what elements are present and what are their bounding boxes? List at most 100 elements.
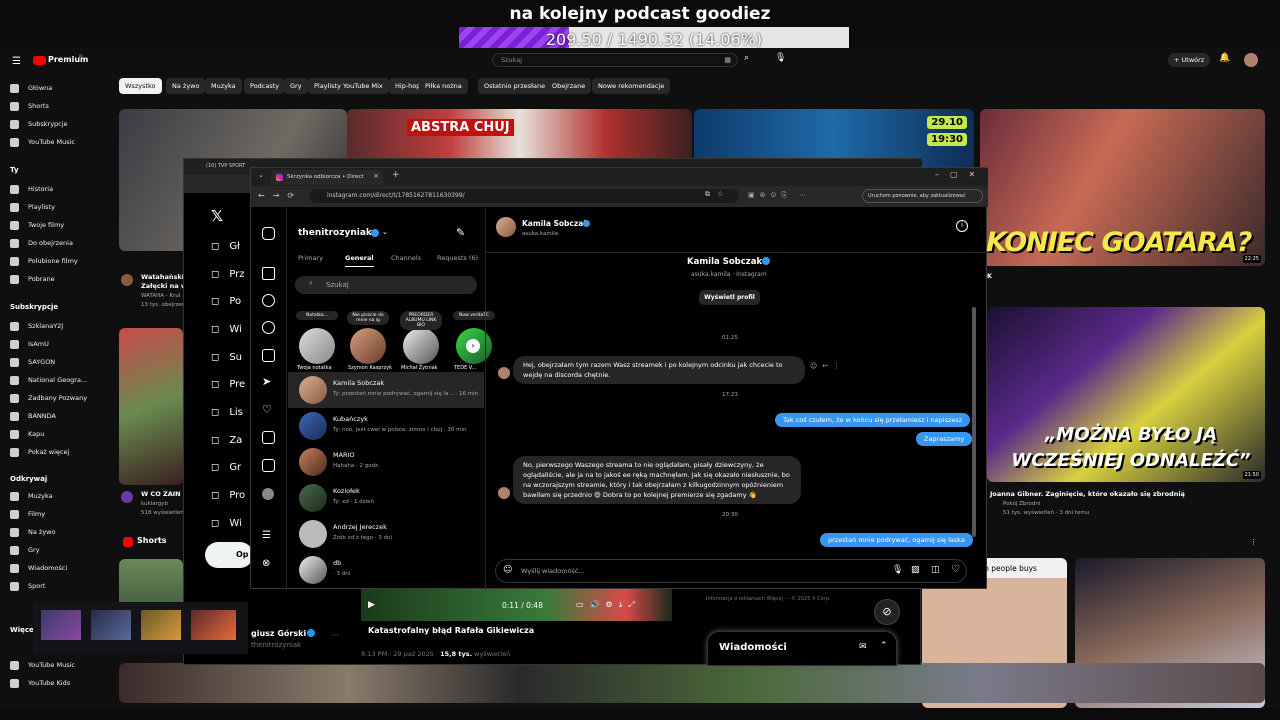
shorts-row-thumbnails[interactable] — [119, 663, 1265, 703]
sticker-icon[interactable]: ◫ — [931, 565, 940, 575]
profile-avatar-icon[interactable] — [262, 488, 274, 500]
bookmark-icons[interactable]: ⧉☆ — [705, 190, 730, 199]
sidebar-item-sidebar_subs-7[interactable]: Pokaż więcej — [10, 445, 69, 459]
inbox-tab-0[interactable]: Primary — [298, 254, 323, 266]
message-incoming[interactable]: Hej, obejrzałam tym razem Wasz streamek … — [513, 356, 805, 384]
keyboard-icon[interactable]: ▦ — [724, 56, 731, 64]
sidebar-section-heading[interactable]: Subskrypcje — [10, 303, 58, 311]
reels-icon[interactable] — [262, 349, 275, 362]
x-nav-item-4[interactable]: ◻ Su — [211, 352, 242, 363]
message-outgoing[interactable]: Tak coś czułem, że w końcu się przełamie… — [775, 413, 971, 427]
chat-name[interactable]: Kamila Sobczak — [522, 219, 588, 228]
instagram-icon[interactable] — [262, 227, 275, 240]
chevron-down-icon[interactable]: ⌄ — [382, 228, 388, 236]
chip-10[interactable]: Nowe rekomendacje — [592, 78, 671, 94]
compose-message-icon[interactable]: ✉ — [859, 642, 867, 652]
threads-icon[interactable]: ⊗ — [262, 558, 270, 569]
thread-row[interactable]: Kubańczyk Ty: noo, jest cwel w polsce. zi… — [288, 408, 484, 444]
messages-drawer[interactable]: Wiadomości ✉ ⌃ — [707, 631, 897, 666]
inbox-tab-2[interactable]: Channels — [391, 254, 421, 266]
inbox-tab-1[interactable]: General — [345, 254, 374, 267]
video-channel[interactable]: Pokój Zbrodni — [1003, 501, 1040, 507]
microphone-icon[interactable]: 🎙 — [775, 53, 786, 63]
note-avatar[interactable] — [350, 328, 386, 364]
sidebar-section-heading[interactable]: Odkrywaj — [10, 475, 47, 483]
message-outgoing[interactable]: przestań mnie podrywać, ogarnij się lask… — [820, 533, 973, 547]
heart-icon[interactable]: ♡ — [951, 564, 960, 575]
x-tab-title[interactable]: (10) TVP SPORT — [206, 163, 245, 169]
more-options-icon[interactable]: ⋮ — [1250, 538, 1257, 546]
tweet-author[interactable]: giusz Górski — [251, 629, 306, 638]
x-nav-item-2[interactable]: ◻ Po — [211, 296, 241, 307]
sidebar-item-sidebar_subs-1[interactable]: IsAmU — [10, 337, 49, 351]
tab-search-icon[interactable]: ⌄ — [258, 171, 264, 179]
tweet-handle[interactable]: thenitrozyniak — [251, 641, 301, 649]
avatar[interactable] — [1244, 53, 1258, 67]
message-incoming[interactable]: No, pierwszego Waszego streama to nie og… — [513, 456, 801, 504]
note-bubble[interactable]: Nie piszcie do mnie na ig — [347, 311, 389, 325]
chip-1[interactable]: Na żywo — [166, 78, 206, 94]
sidebar-item-sidebar_explore-1[interactable]: Filmy — [10, 507, 45, 521]
post-button[interactable]: Op — [205, 542, 253, 568]
sidebar-item-sidebar_you-5[interactable]: Pobrane — [10, 272, 55, 286]
video-controls-icons[interactable]: ▭🔊⚙⤓⤢ — [576, 600, 641, 610]
x-nav-item-3[interactable]: ◻ Wi — [211, 324, 242, 335]
x-nav-item-0[interactable]: ◻ Gł — [211, 241, 240, 252]
thread-row[interactable]: db · 3 dni — [288, 552, 484, 588]
menu-icon[interactable]: ☰ — [12, 56, 21, 67]
microphone-icon[interactable]: 🎙 — [892, 565, 903, 575]
inbox-tab-3[interactable]: Requests (6) — [437, 254, 478, 266]
extension-icons[interactable]: ▣⊛⊙⎘ ⋯ — [748, 191, 811, 200]
compose-icon[interactable]: ✎ — [456, 226, 465, 239]
emoji-icon[interactable]: ☺ — [503, 565, 512, 575]
window-controls[interactable]: –▢✕ — [935, 170, 986, 179]
chip-7[interactable]: Piłka nożna — [419, 78, 468, 94]
more-icon[interactable]: ··· — [331, 631, 339, 640]
chip-9[interactable]: Obejrzane — [546, 78, 592, 94]
url-input[interactable]: instagram.com/direct/t/17851627811630399… — [309, 189, 739, 203]
chip-4[interactable]: Gry — [284, 78, 308, 94]
tab-instagram[interactable]: Skrzynka odbiorcza • Direct × — [271, 170, 383, 185]
x-nav-item-10[interactable]: ◻ Wi — [211, 518, 242, 529]
video-title[interactable]: Joanna Gibner. Zaginięcie, które okazało… — [990, 490, 1250, 498]
play-icon[interactable]: ▶ — [368, 600, 375, 610]
youtube-search-input[interactable]: Szukaj ▦ — [492, 53, 738, 67]
chip-0[interactable]: Wszystko — [119, 78, 162, 94]
dashboard-icon[interactable] — [262, 459, 275, 472]
home-icon[interactable] — [262, 267, 275, 280]
note-bubble[interactable]: Notatka... — [296, 311, 338, 320]
sidebar-item-sidebar_you-3[interactable]: Do obejrzenia — [10, 236, 73, 250]
notes-next-icon[interactable]: › — [466, 339, 480, 353]
sidebar-item-sidebar_you-1[interactable]: Playlisty — [10, 200, 55, 214]
note-bubble[interactable]: PREORDER ALBUMU LINK BIO — [400, 311, 442, 330]
tweet-link-title[interactable]: Katastrofalny błąd Rafała Gikiewicza — [368, 626, 534, 635]
account-name[interactable]: thenitrozyniak — [298, 228, 372, 238]
sidebar-section-heading[interactable]: Ty — [10, 166, 19, 174]
chip-5[interactable]: Playlisty YouTube Mix — [308, 78, 389, 94]
sidebar-item-sidebar_subs-4[interactable]: Zadbany Pozwany — [10, 391, 87, 405]
tweet-video[interactable]: ▶ 0:11 / 0:48 ▭🔊⚙⤓⤢ — [361, 589, 672, 621]
sidebar-item-sidebar_explore-2[interactable]: Na żywo — [10, 525, 55, 539]
x-nav-item-8[interactable]: ◻ Gr — [211, 462, 241, 473]
sidebar-item-sidebar_subs-6[interactable]: Kapu — [10, 427, 44, 441]
message-actions-icons[interactable]: ☺↩⋮ — [810, 362, 845, 370]
chat-avatar[interactable] — [496, 217, 516, 237]
x-footer[interactable]: Informacja o reklamach Więcej ··· © 2025… — [706, 596, 830, 602]
create-icon[interactable] — [262, 431, 275, 444]
youtube-logo-icon[interactable] — [33, 56, 46, 65]
video-channel[interactable]: WATAHA - Krul — [141, 293, 180, 299]
sidebar-item-sidebar_you-0[interactable]: Historia — [10, 182, 53, 196]
sidebar-item-sidebar_subs-3[interactable]: National Geogra... — [10, 373, 87, 387]
sidebar-item-sidebar_main-1[interactable]: Shorts — [10, 99, 49, 113]
dm-search-input[interactable]: ⌕ Szukaj — [295, 276, 477, 294]
sidebar-item-sidebar_explore-4[interactable]: Wiadomości — [10, 561, 67, 575]
video-thumbnail[interactable]: „MOŻNA BYŁO JĄ WCZEŚNIEJ ODNALEŹĆ” 21:50 — [987, 307, 1265, 482]
messages-icon[interactable]: ➤ — [262, 375, 271, 388]
sidebar-item-sidebar_explore-5[interactable]: Sport — [10, 579, 45, 593]
grok-icon[interactable]: ⊘ — [874, 599, 900, 625]
thread-row[interactable]: Kamila Sobczak Ty: przestań mnie podrywać… — [288, 372, 484, 408]
chip-2[interactable]: Muzyka — [205, 78, 242, 94]
sidebar-item-sidebar_you-4[interactable]: Polubione filmy — [10, 254, 78, 268]
x-nav-item-6[interactable]: ◻ Lis — [211, 407, 243, 418]
video-title[interactable]: W CO ZAIN — [141, 490, 181, 498]
